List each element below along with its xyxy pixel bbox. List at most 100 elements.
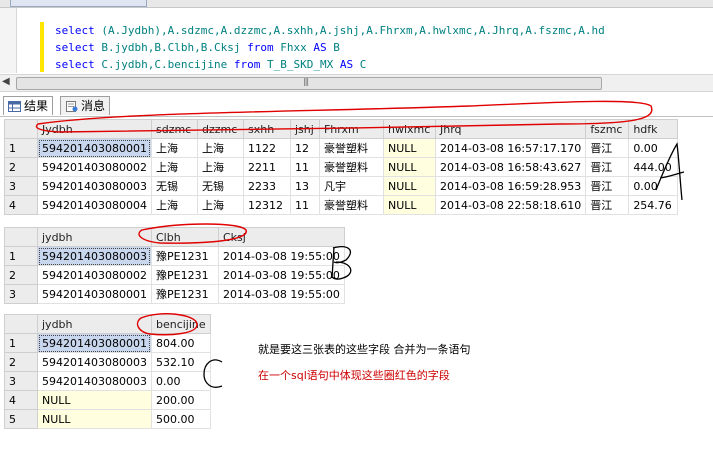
grid-cell[interactable]: 594201403080004 (37, 195, 152, 215)
table-row[interactable]: 5 NULL 500.00 (4, 409, 211, 429)
column-header-sxhh[interactable]: sxhh (242, 119, 291, 139)
grid-cell[interactable]: 0.00 (628, 176, 679, 196)
grid-cell[interactable]: 2014-03-08 19:55:00 (217, 246, 345, 266)
row-number-cell[interactable]: 2 (4, 265, 38, 285)
grid-cell[interactable]: 12312 (242, 195, 291, 215)
table-row[interactable]: 1 594201403080001 804.00 (4, 333, 211, 353)
tab-results[interactable]: 结果 (3, 96, 54, 115)
table-row[interactable]: 4 NULL 200.00 (4, 390, 211, 410)
column-header-hdfk[interactable]: hdfk (628, 119, 679, 139)
result-grid-b[interactable]: jydbh Clbh Cksj 1 594201403080003 豫PE1231 2014… (4, 227, 345, 304)
grid-cell[interactable]: 594201403080003 (37, 352, 152, 372)
table-row[interactable]: 4 594201403080004 上海 上海 12312 11 豪誉塑料 NULL 2014-… (4, 195, 679, 215)
grid-cell[interactable]: 11 (289, 157, 320, 177)
tab-messages[interactable]: 消息 (60, 96, 111, 115)
grid-cell[interactable]: 2014-03-08 16:57:17.170 (434, 138, 587, 158)
column-header-fszmc[interactable]: fszmc (585, 119, 630, 139)
grid-cell[interactable]: 13 (289, 176, 320, 196)
grid-cell[interactable]: NULL (382, 195, 436, 215)
row-number-cell[interactable]: 1 (4, 138, 38, 158)
grid-cell[interactable]: 254.76 (628, 195, 679, 215)
table-row[interactable]: 1 594201403080003 豫PE1231 2014-03-08 19:55:… (4, 246, 345, 266)
grid-cell[interactable]: 594201403080001 (37, 138, 152, 158)
table-row[interactable]: 2 594201403080002 上海 上海 2211 11 豪誉塑料 NULL 2014-0… (4, 157, 679, 177)
row-number-cell[interactable]: 2 (4, 157, 38, 177)
grid-cell[interactable]: 豪誉塑料 (318, 195, 384, 215)
grid-cell[interactable]: 532.10 (150, 352, 211, 372)
table-row[interactable]: 2 594201403080002 豫PE1231 2014-03-08 19:55:… (4, 265, 345, 285)
grid-cell[interactable]: 上海 (150, 195, 198, 215)
column-header-bencijine[interactable]: bencijine (150, 314, 211, 334)
grid-cell[interactable]: NULL (382, 157, 436, 177)
grid-corner-cell[interactable] (4, 227, 38, 247)
grid-cell[interactable]: 2014-03-08 16:59:28.953 (434, 176, 587, 196)
grid-cell[interactable]: 594201403080002 (37, 157, 152, 177)
column-header-jydbh[interactable]: jydbh (37, 227, 152, 247)
grid-cell[interactable]: 2014-03-08 19:55:00 (217, 265, 345, 285)
sql-editor[interactable]: select (A.Jydbh),A.sdzmc,A.dzzmc,A.sxhh,… (0, 8, 713, 73)
editor-horizontal-scrollbar[interactable]: ◀ ||| (0, 74, 713, 92)
row-number-cell[interactable]: 3 (4, 176, 38, 196)
grid-cell[interactable]: 0.00 (150, 371, 211, 391)
sql-line-1[interactable]: select (A.Jydbh),A.sdzmc,A.dzzmc,A.sxhh,… (55, 23, 605, 39)
grid-cell[interactable]: 2014-03-08 19:55:00 (217, 284, 345, 304)
grid-cell[interactable]: 594201403080001 (37, 333, 152, 353)
grid-cell[interactable]: 12 (289, 138, 320, 158)
grid-cell[interactable]: 200.00 (150, 390, 211, 410)
grid-cell[interactable]: 豫PE1231 (150, 284, 219, 304)
grid-cell[interactable]: 2014-03-08 22:58:18.610 (434, 195, 587, 215)
column-header-jydbh[interactable]: Jydbh (37, 119, 152, 139)
row-number-cell[interactable]: 1 (4, 333, 38, 353)
result-grid-c[interactable]: jydbh bencijine 1 594201403080001 804.00 2 594… (4, 314, 211, 429)
table-row[interactable]: 3 594201403080001 豫PE1231 2014-03-08 19:55:… (4, 284, 345, 304)
grid-cell[interactable]: 594201403080003 (37, 246, 152, 266)
row-number-cell[interactable]: 2 (4, 352, 38, 372)
grid-cell[interactable]: 豪誉塑料 (318, 157, 384, 177)
grid-cell[interactable]: 804.00 (150, 333, 211, 353)
grid-cell[interactable]: 444.00 (628, 157, 679, 177)
grid-cell[interactable]: 凡宇 (318, 176, 384, 196)
grid-cell[interactable]: 无锡 (150, 176, 198, 196)
column-header-clbh[interactable]: Clbh (150, 227, 219, 247)
grid-corner-cell[interactable] (4, 314, 38, 334)
grid-cell[interactable]: 1122 (242, 138, 291, 158)
grid-cell[interactable]: 594201403080003 (37, 371, 152, 391)
document-tab[interactable] (10, 0, 147, 7)
row-number-cell[interactable]: 1 (4, 246, 38, 266)
sql-line-2[interactable]: select B.jydbh,B.Clbh,B.Cksj from Fhxx A… (55, 40, 340, 56)
table-row[interactable]: 3 594201403080003 无锡 无锡 2233 13 凡宇 NULL 2014-03-… (4, 176, 679, 196)
grid-cell[interactable]: 2233 (242, 176, 291, 196)
grid-cell[interactable]: 无锡 (196, 176, 244, 196)
grid-corner-cell[interactable] (4, 119, 38, 139)
grid-cell[interactable]: 2014-03-08 16:58:43.627 (434, 157, 587, 177)
grid-cell[interactable]: NULL (382, 138, 436, 158)
grid-cell[interactable]: 上海 (196, 138, 244, 158)
table-row[interactable]: 3 594201403080003 0.00 (4, 371, 211, 391)
grid-cell[interactable]: 晋江 (585, 195, 630, 215)
column-header-jshj[interactable]: jshj (289, 119, 320, 139)
row-number-cell[interactable]: 4 (4, 390, 38, 410)
table-row[interactable]: 1 594201403080001 上海 上海 1122 12 豪誉塑料 NULL 2014-0… (4, 138, 679, 158)
column-header-jhrq[interactable]: Jhrq (434, 119, 587, 139)
grid-cell[interactable]: NULL (37, 390, 152, 410)
column-header-jydbh[interactable]: jydbh (37, 314, 152, 334)
grid-cell[interactable]: 上海 (196, 157, 244, 177)
grid-cell[interactable]: 晋江 (585, 157, 630, 177)
column-header-hwlxmc[interactable]: hwlxmc (382, 119, 436, 139)
result-grid-a[interactable]: Jydbh sdzmc dzzmc sxhh jshj Fhrxm hwlxmc Jhrq fs… (4, 119, 679, 215)
grid-cell[interactable]: 晋江 (585, 176, 630, 196)
scroll-left-icon[interactable]: ◀ (2, 76, 10, 87)
grid-cell[interactable]: 上海 (150, 138, 198, 158)
column-header-fhrxm[interactable]: Fhrxm (318, 119, 384, 139)
column-header-dzzmc[interactable]: dzzmc (196, 119, 244, 139)
column-header-cksj[interactable]: Cksj (217, 227, 345, 247)
grid-cell[interactable]: NULL (382, 176, 436, 196)
grid-cell[interactable]: 2211 (242, 157, 291, 177)
row-number-cell[interactable]: 3 (4, 284, 38, 304)
grid-cell[interactable]: 豫PE1231 (150, 246, 219, 266)
table-row[interactable]: 2 594201403080003 532.10 (4, 352, 211, 372)
grid-cell[interactable]: 11 (289, 195, 320, 215)
row-number-cell[interactable]: 4 (4, 195, 38, 215)
grid-cell[interactable]: 上海 (150, 157, 198, 177)
grid-cell[interactable]: 0.00 (628, 138, 679, 158)
